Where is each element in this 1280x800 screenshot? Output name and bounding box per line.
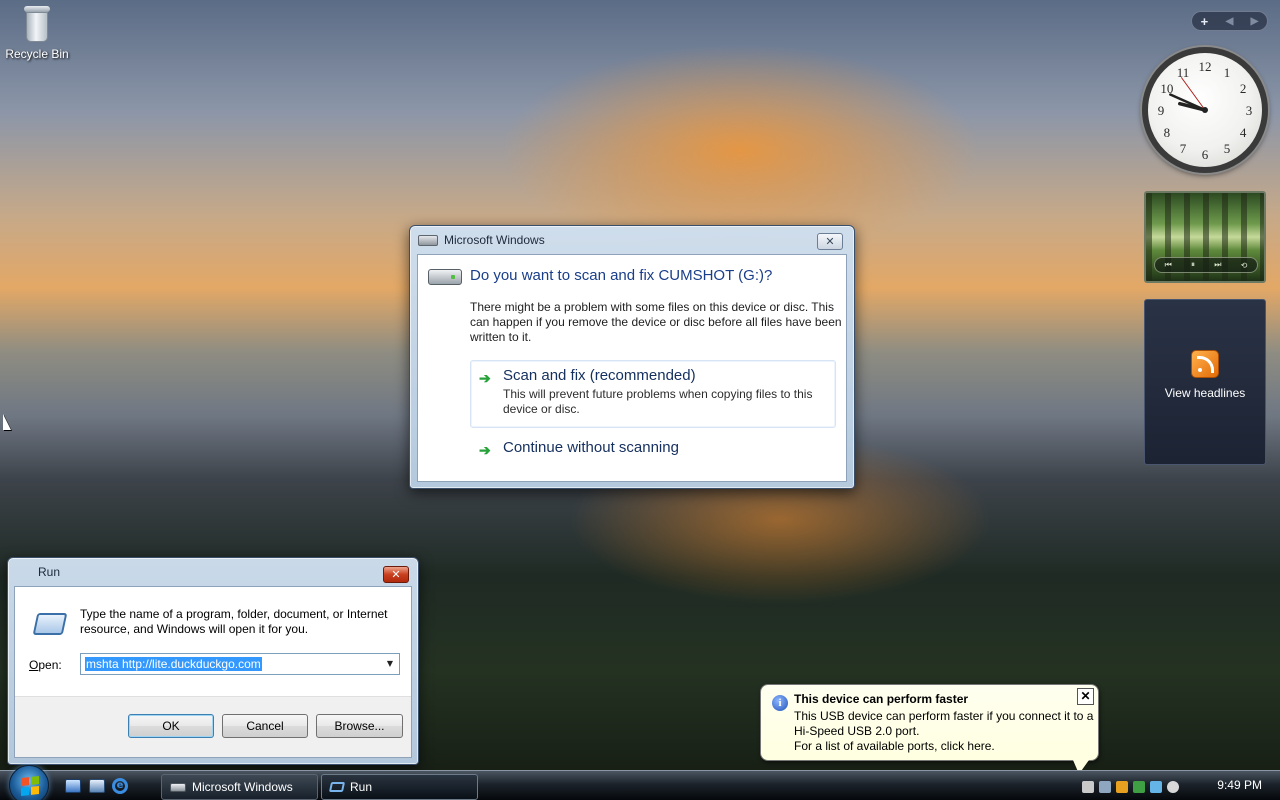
open-input[interactable]: mshta http://lite.duckduckgo.com [85, 657, 262, 671]
taskbar-button-label: Run [350, 780, 373, 794]
drive-icon [170, 782, 186, 792]
run-button-area: OK Cancel Browse... [15, 696, 411, 757]
scan-body-text: There might be a problem with some files… [470, 300, 842, 344]
scan-dialog-titlebar[interactable]: Microsoft Windows [410, 226, 854, 254]
scan-dialog-content: Do you want to scan and fix CUMSHOT (G:)… [417, 254, 847, 482]
internet-explorer-icon[interactable]: e [112, 778, 128, 794]
scan-fix-dialog: Microsoft Windows ✕ Do you want to scan … [409, 225, 855, 489]
previous-icon[interactable]: ⏮ [1165, 260, 1172, 270]
network-icon[interactable] [1150, 780, 1162, 793]
drive-icon [418, 234, 438, 246]
continue-without-scanning-option[interactable]: ➔ Continue without scanning [470, 432, 836, 466]
usb-notification-balloon[interactable]: i This device can perform faster This US… [760, 684, 1099, 774]
scan-dialog-title: Microsoft Windows [444, 233, 545, 247]
clock-number: 1 [1224, 65, 1231, 80]
recycle-bin[interactable]: Recycle Bin [4, 2, 70, 61]
security-shield-icon[interactable] [1116, 780, 1128, 793]
clock-number: 5 [1224, 141, 1231, 156]
windows-update-icon[interactable] [1133, 780, 1145, 793]
green-arrow-icon: ➔ [479, 442, 491, 458]
slideshow-gadget[interactable]: ⏮ ⏸ ⏭ ⟲ [1144, 191, 1266, 283]
taskbar-clock[interactable]: 9:49 PM [1217, 778, 1262, 792]
cancel-button[interactable]: Cancel [222, 714, 308, 738]
clock-number: 9 [1158, 103, 1165, 118]
clock-number: 6 [1202, 147, 1209, 162]
run-dialog-close-button[interactable]: ✕ [383, 566, 409, 583]
open-label: Open: [29, 658, 62, 672]
scan-dialog-close-button[interactable]: ✕ [817, 233, 843, 250]
sidebar-controls: + ◀ ▶ [1191, 11, 1268, 31]
run-dialog: Run ✕ Type the name of a program, folder… [7, 557, 419, 765]
balloon-close-button[interactable]: ✕ [1077, 688, 1094, 705]
sidebar-prev-button[interactable]: ◀ [1226, 16, 1234, 27]
green-arrow-icon: ➔ [479, 370, 491, 386]
battery-icon[interactable] [1099, 780, 1111, 793]
clock-center [1202, 107, 1208, 113]
browse-button[interactable]: Browse... [316, 714, 403, 738]
ok-button[interactable]: OK [128, 714, 214, 738]
run-dialog-title: Run [38, 565, 61, 579]
taskbar-button-run[interactable]: Run [321, 774, 478, 800]
clock-number: 12 [1199, 59, 1212, 74]
run-icon [32, 613, 68, 635]
balloon-line-2: Hi-Speed USB 2.0 port. [794, 724, 920, 738]
run-icon [328, 782, 346, 792]
taskbar-button-microsoft-windows[interactable]: Microsoft Windows [161, 774, 318, 800]
clock-face: 12 1234567891011 [1158, 59, 1253, 162]
clock-number: 7 [1180, 141, 1187, 156]
recycle-bin-label: Recycle Bin [5, 47, 69, 61]
taskbar: e Microsoft Windows Run 9:49 PM [0, 765, 1280, 800]
balloon-link[interactable]: For a list of available ports, click her… [794, 739, 995, 753]
scan-heading: Do you want to scan and fix CUMSHOT (G:)… [470, 267, 773, 284]
view-icon[interactable]: ⟲ [1241, 261, 1248, 270]
scan-and-fix-option[interactable]: ➔ Scan and fix (recommended) This will p… [470, 360, 836, 428]
slideshow-controls: ⏮ ⏸ ⏭ ⟲ [1154, 257, 1258, 273]
clock-number: 3 [1246, 103, 1253, 118]
clock-number: 2 [1240, 81, 1247, 96]
removable-drive-icon [428, 269, 462, 285]
show-desktop-icon[interactable] [65, 779, 81, 793]
run-dialog-titlebar[interactable]: Run [8, 558, 418, 586]
taskbar-button-label: Microsoft Windows [192, 780, 293, 794]
scan-and-fix-title: Scan and fix (recommended) [503, 367, 696, 384]
safely-remove-hardware-icon[interactable] [1082, 780, 1094, 793]
balloon-title: This device can perform faster [794, 692, 969, 706]
clock-number: 8 [1164, 125, 1171, 140]
scan-and-fix-subtitle: This will prevent future problems when c… [503, 387, 813, 416]
rss-icon [1191, 350, 1219, 378]
clock-number: 4 [1240, 125, 1247, 140]
run-dialog-content: Type the name of a program, folder, docu… [14, 586, 412, 758]
sidebar-next-button[interactable]: ▶ [1251, 16, 1259, 27]
open-combobox[interactable]: mshta http://lite.duckduckgo.com ▼ [80, 653, 400, 675]
continue-without-scanning-title: Continue without scanning [503, 439, 679, 456]
balloon-line-1: This USB device can perform faster if yo… [794, 709, 1094, 723]
pause-icon[interactable]: ⏸ [1191, 260, 1195, 270]
run-description: Type the name of a program, folder, docu… [80, 607, 388, 636]
start-button[interactable] [9, 765, 49, 800]
view-headlines-label[interactable]: View headlines [1145, 386, 1265, 400]
recycle-bin-icon [22, 2, 52, 44]
dropdown-arrow-icon[interactable]: ▼ [383, 656, 397, 672]
clock-gadget[interactable]: 12 1 2 3 4 5 6 7 8 9 10 11 [1142, 47, 1268, 173]
info-icon: i [772, 695, 788, 711]
add-gadget-button[interactable]: + [1201, 14, 1209, 29]
switch-windows-icon[interactable] [89, 779, 105, 793]
feed-headlines-gadget[interactable]: View headlines [1144, 299, 1266, 465]
next-icon[interactable]: ⏭ [1214, 260, 1221, 270]
windows-logo-icon [21, 776, 39, 796]
clock-number: 11 [1177, 65, 1190, 80]
mouse-pointer-icon [3, 414, 11, 430]
volume-muted-icon[interactable] [1167, 780, 1179, 793]
